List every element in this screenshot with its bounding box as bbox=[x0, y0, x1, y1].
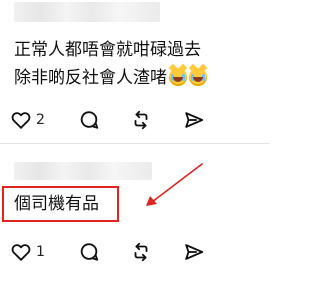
share-icon bbox=[185, 112, 204, 128]
share-button[interactable] bbox=[183, 107, 205, 133]
heart-icon bbox=[11, 112, 31, 129]
redacted-username bbox=[14, 2, 160, 22]
like-button[interactable]: 1 bbox=[10, 239, 45, 265]
post-divider bbox=[0, 143, 270, 144]
post-item-2: 個司機有品 1 bbox=[0, 148, 270, 286]
repost-icon bbox=[134, 110, 148, 130]
repost-button[interactable] bbox=[130, 239, 152, 265]
grinning-cat-tears-icon bbox=[189, 68, 207, 86]
grinning-cat-tears-icon bbox=[169, 68, 187, 86]
like-count: 2 bbox=[36, 112, 45, 128]
post-item-1: 正常人都唔會就咁碌過去 除非啲反社會人渣啫 2 bbox=[0, 0, 270, 143]
comment-icon bbox=[80, 243, 99, 261]
annotation-arrow-icon bbox=[146, 163, 203, 206]
redacted-username bbox=[14, 162, 152, 180]
comment-button[interactable] bbox=[78, 107, 100, 133]
post-text: 正常人都唔會就咁碌過去 除非啲反社會人渣啫 bbox=[14, 38, 207, 94]
comment-icon bbox=[80, 111, 99, 129]
post-text-line-1: 正常人都唔會就咁碌過去 bbox=[14, 40, 201, 60]
post-text: 個司機有品 bbox=[14, 194, 99, 214]
repost-button[interactable] bbox=[130, 107, 152, 133]
share-button[interactable] bbox=[183, 239, 205, 265]
comment-button[interactable] bbox=[78, 239, 100, 265]
like-button[interactable]: 2 bbox=[10, 107, 45, 133]
share-icon bbox=[185, 244, 204, 260]
post-text-line-2: 除非啲反社會人渣啫 bbox=[14, 66, 207, 94]
heart-icon bbox=[11, 244, 31, 261]
repost-icon bbox=[134, 242, 148, 262]
like-count: 1 bbox=[36, 244, 45, 260]
